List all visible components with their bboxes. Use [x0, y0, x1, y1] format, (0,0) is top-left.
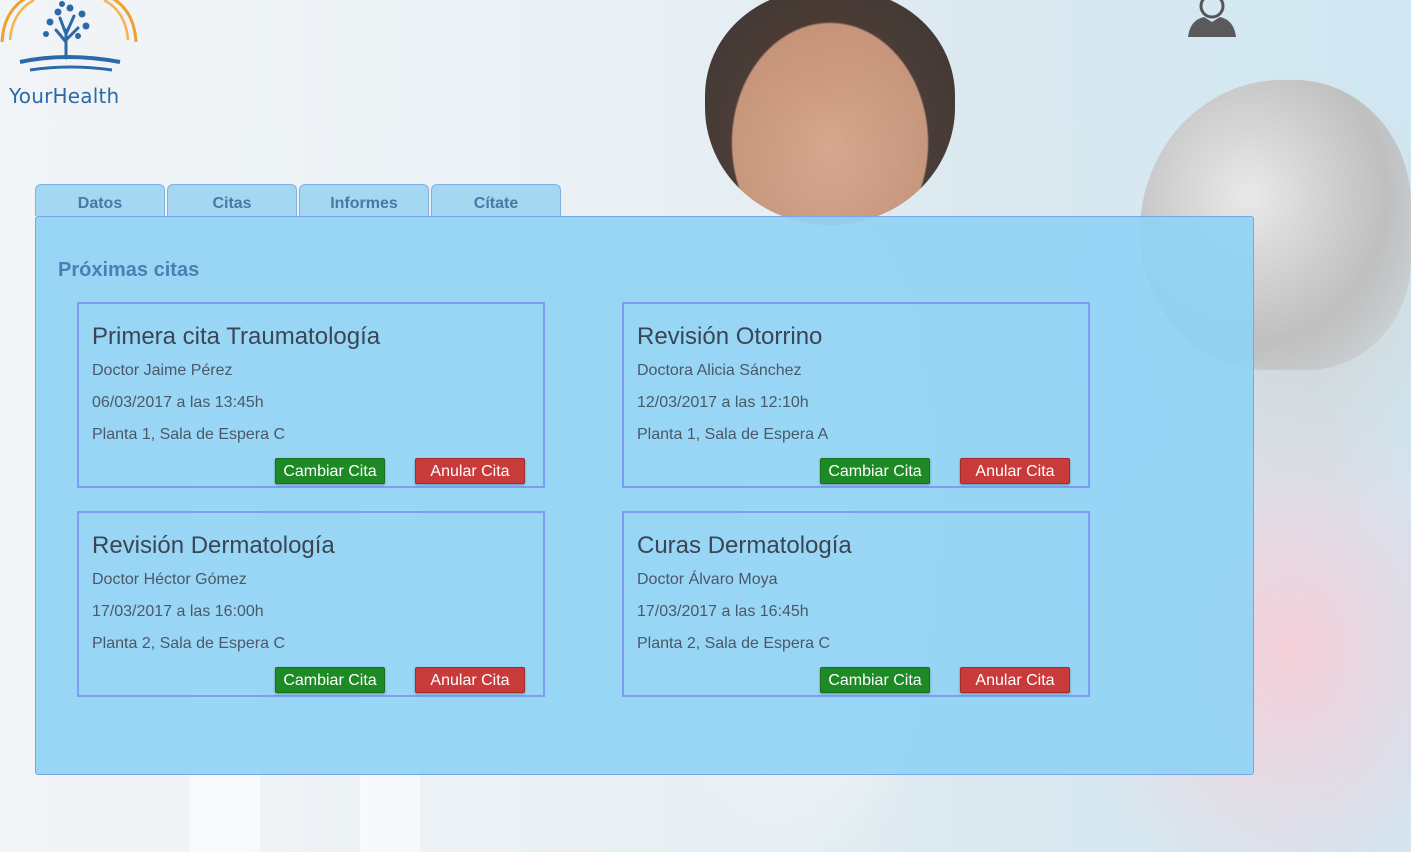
tab-informes[interactable]: Informes	[299, 184, 429, 216]
tab-citate[interactable]: Cítate	[431, 184, 561, 216]
appointment-doctor: Doctor Héctor Gómez	[92, 571, 247, 588]
appointment-card: Revisión Dermatología Doctor Héctor Góme…	[77, 511, 545, 697]
cancel-appointment-button[interactable]: Anular Cita	[960, 458, 1070, 484]
tab-bar: Datos Citas Informes Cítate	[35, 184, 561, 217]
change-appointment-button[interactable]: Cambiar Cita	[275, 458, 385, 484]
appointment-location: Planta 2, Sala de Espera C	[92, 635, 286, 652]
change-appointment-button[interactable]: Cambiar Cita	[820, 667, 930, 693]
doctor-figure	[705, 0, 955, 225]
appointment-card: Revisión Otorrino Doctora Alicia Sánchez…	[622, 302, 1090, 488]
change-appointment-button[interactable]: Cambiar Cita	[275, 667, 385, 693]
appointment-datetime: 17/03/2017 a las 16:45h	[637, 603, 809, 620]
appointment-card: Curas Dermatología Doctor Álvaro Moya 17…	[622, 511, 1090, 697]
appointment-location: Planta 1, Sala de Espera C	[92, 426, 286, 443]
appointment-doctor: Doctora Alicia Sánchez	[637, 362, 802, 379]
user-avatar-icon	[1188, 0, 1236, 37]
app-logo[interactable]: YourHealth	[0, 0, 140, 112]
appointment-location: Planta 2, Sala de Espera C	[637, 635, 831, 652]
appointment-title: Primera cita Traumatología	[92, 323, 381, 350]
appointment-location: Planta 1, Sala de Espera A	[637, 426, 829, 443]
logo-text: YourHealth	[9, 84, 120, 108]
tree-logo-icon	[0, 0, 138, 72]
appointment-doctor: Doctor Jaime Pérez	[92, 362, 233, 379]
appointment-card: Primera cita Traumatología Doctor Jaime …	[77, 302, 545, 488]
appointment-datetime: 12/03/2017 a las 12:10h	[637, 394, 809, 411]
appointment-title: Revisión Dermatología	[92, 532, 335, 559]
user-menu[interactable]	[1186, 0, 1238, 38]
appointment-title: Curas Dermatología	[637, 532, 852, 559]
change-appointment-button[interactable]: Cambiar Cita	[820, 458, 930, 484]
cancel-appointment-button[interactable]: Anular Cita	[415, 667, 525, 693]
cancel-appointment-button[interactable]: Anular Cita	[960, 667, 1070, 693]
cancel-appointment-button[interactable]: Anular Cita	[415, 458, 525, 484]
appointment-title: Revisión Otorrino	[637, 323, 823, 350]
appointment-datetime: 17/03/2017 a las 16:00h	[92, 603, 264, 620]
tab-citas[interactable]: Citas	[167, 184, 297, 216]
tab-datos[interactable]: Datos	[35, 184, 165, 216]
appointments-panel: Próximas citas Primera cita Traumatologí…	[35, 216, 1254, 775]
page-title: Próximas citas	[58, 259, 200, 281]
appointment-datetime: 06/03/2017 a las 13:45h	[92, 394, 264, 411]
appointment-doctor: Doctor Álvaro Moya	[637, 571, 778, 588]
